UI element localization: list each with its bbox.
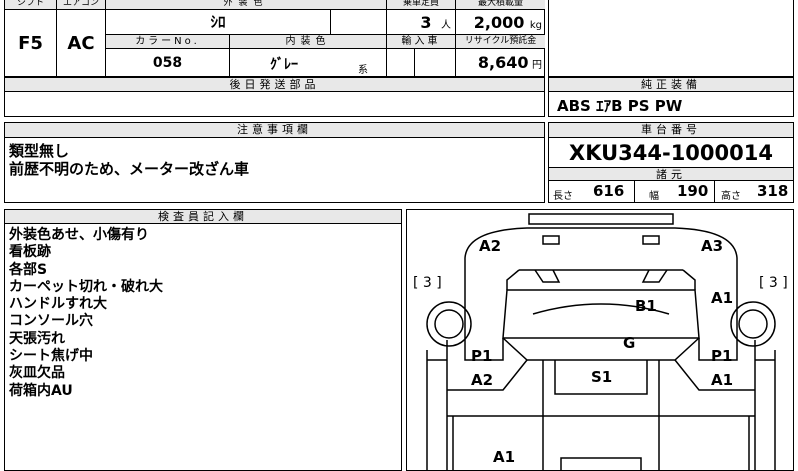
note-line: 類型無し [9, 142, 70, 160]
shift-value: F5 [5, 10, 57, 77]
shift-header: シフト [5, 0, 57, 10]
notes-header: 注意事項欄 [5, 123, 544, 138]
max-load-header: 最大積載量 [456, 0, 545, 10]
genuine-equipment-header: 純正装備 [549, 78, 793, 92]
import-car-value-a [387, 49, 415, 77]
chassis-header: 車台番号 [549, 123, 793, 138]
exterior-color-header: 外装色 [106, 0, 387, 10]
later-parts-box: 後日発送部品 [4, 77, 545, 117]
pillar-left [506, 269, 520, 290]
inspector-line: 各部S [9, 261, 48, 278]
interior-color-cell: ｸﾞﾚｰ 系 [230, 49, 387, 77]
inspector-header: 検査員記入欄 [5, 210, 401, 224]
mark-p1-right: P1 [711, 347, 733, 365]
max-load-value: 2,000 [473, 13, 525, 32]
capacity-value-cell: 3 人 [387, 10, 456, 35]
mark-b1: B1 [635, 297, 657, 315]
later-parts-header: 後日発送部品 [5, 78, 544, 92]
inspector-line: カーペット切れ・破れ大 [9, 278, 163, 295]
notes-box: 注意事項欄 類型無し 前歴不明のため、メーター改ざん車 [4, 122, 545, 203]
import-car-header: 輸入車 [387, 35, 456, 49]
inspector-line: 看板跡 [9, 244, 51, 261]
mark-a3-top: A3 [701, 237, 724, 255]
inspector-line: ハンドルすれ大 [9, 296, 107, 313]
hood [502, 289, 700, 339]
note-line: 前歴不明のため、メーター改ざん車 [9, 160, 250, 178]
rear-plate [560, 457, 642, 470]
mark-a2-left: A2 [471, 371, 494, 389]
aircon-header: エアコン [57, 0, 106, 10]
lamp-left [534, 269, 561, 283]
recycle-fee-unit: 円 [532, 60, 542, 71]
interior-color-value: ｸﾞﾚｰ [270, 57, 298, 73]
pillar-right [682, 269, 696, 290]
genuine-equipment-box: 純正装備 ABS ｴｱB PS PW [548, 77, 794, 117]
spec-length-value: 616 [593, 182, 625, 200]
vehicle-diagram: [ 3 ] [ 3 ] A2 A3 B1 A1 G P1 A2 S1 P1 A1… [406, 209, 794, 471]
spec-height-cell: 高さ 318 [715, 181, 793, 202]
spec-width-cell: 幅 190 [635, 181, 715, 202]
exterior-color-extra [331, 10, 387, 35]
mark-p1-left: P1 [471, 347, 493, 365]
notes-lines: 類型無し 前歴不明のため、メーター改ざん車 [9, 142, 249, 178]
mark-g: G [623, 334, 636, 352]
chassis-box: 車台番号 XKU344-1000014 諸元 長さ 616 幅 190 高さ 3… [548, 122, 794, 203]
mark-a2-top: A2 [479, 237, 502, 255]
inspector-line: シート焦げ中 [9, 348, 93, 365]
genuine-equipment-value: ABS ｴｱB PS PW [557, 97, 683, 115]
spec-height-label: 高さ [721, 191, 741, 202]
top-right-blank [548, 0, 794, 77]
spec-height-value: 318 [757, 182, 789, 200]
mirror-left-top [542, 235, 560, 245]
inspector-line: 灰皿欠品 [9, 365, 65, 382]
mark-s1: S1 [591, 368, 613, 386]
import-car-value-b [415, 49, 456, 77]
right-front-tire-inner [738, 309, 768, 339]
inspector-lines: 外装色あせ、小傷有り 看板跡 各部S カーペット切れ・破れ大 ハンドルすれ大 コ… [9, 227, 163, 400]
specs-header: 諸元 [549, 167, 793, 181]
color-no-value: 058 [106, 49, 230, 77]
mirror-right-top [642, 235, 660, 245]
interior-suffix: 系 [358, 65, 368, 76]
spec-length-label: 長さ [553, 191, 573, 202]
spec-length-cell: 長さ 616 [549, 181, 635, 202]
left-tire-depth: [ 3 ] [413, 275, 442, 291]
top-spec-table: シフト エアコン 外装色 乗車定員 最大積載量 F5 AC ｼﾛ 3 人 2,0… [4, 0, 545, 77]
recycle-fee-header: リサイクル預託金 [456, 35, 545, 49]
inspector-line: コンソール穴 [9, 313, 93, 330]
dash [502, 337, 700, 361]
left-front-tire-inner [434, 309, 464, 339]
capacity-value: 3 [420, 13, 432, 32]
capacity-unit: 人 [441, 20, 451, 31]
cab-top-outline [464, 227, 738, 290]
inspector-line: 荷箱内AU [9, 382, 73, 399]
interior-color-header: 内装色 [230, 35, 387, 49]
spec-width-value: 190 [677, 182, 709, 200]
max-load-value-cell: 2,000 kg [456, 10, 545, 35]
mark-a1-right: A1 [711, 289, 734, 307]
recycle-fee-value-cell: 8,640 円 [456, 49, 545, 77]
inspector-box: 検査員記入欄 外装色あせ、小傷有り 看板跡 各部S カーペット切れ・破れ大 ハン… [4, 209, 402, 471]
capacity-header: 乗車定員 [387, 0, 456, 10]
spec-width-label: 幅 [649, 191, 659, 202]
inspector-line: 外装色あせ、小傷有り [9, 227, 149, 243]
exterior-color-value: ｼﾛ [106, 10, 331, 35]
inspector-line: 天張汚れ [9, 330, 65, 347]
color-no-header: カラーNo. [106, 35, 230, 49]
aircon-value: AC [57, 10, 106, 77]
truck-outline-svg [426, 213, 776, 470]
right-tire-depth: [ 3 ] [759, 275, 788, 291]
specs-row: 長さ 616 幅 190 高さ 318 [549, 181, 793, 202]
mark-a1-bottom: A1 [493, 448, 516, 466]
mark-a1-lower: A1 [711, 371, 734, 389]
lamp-right [641, 269, 668, 283]
max-load-unit: kg [529, 20, 542, 31]
chassis-number: XKU344-1000014 [569, 141, 773, 165]
front-bumper [528, 213, 674, 225]
recycle-fee-value: 8,640 [477, 53, 529, 72]
